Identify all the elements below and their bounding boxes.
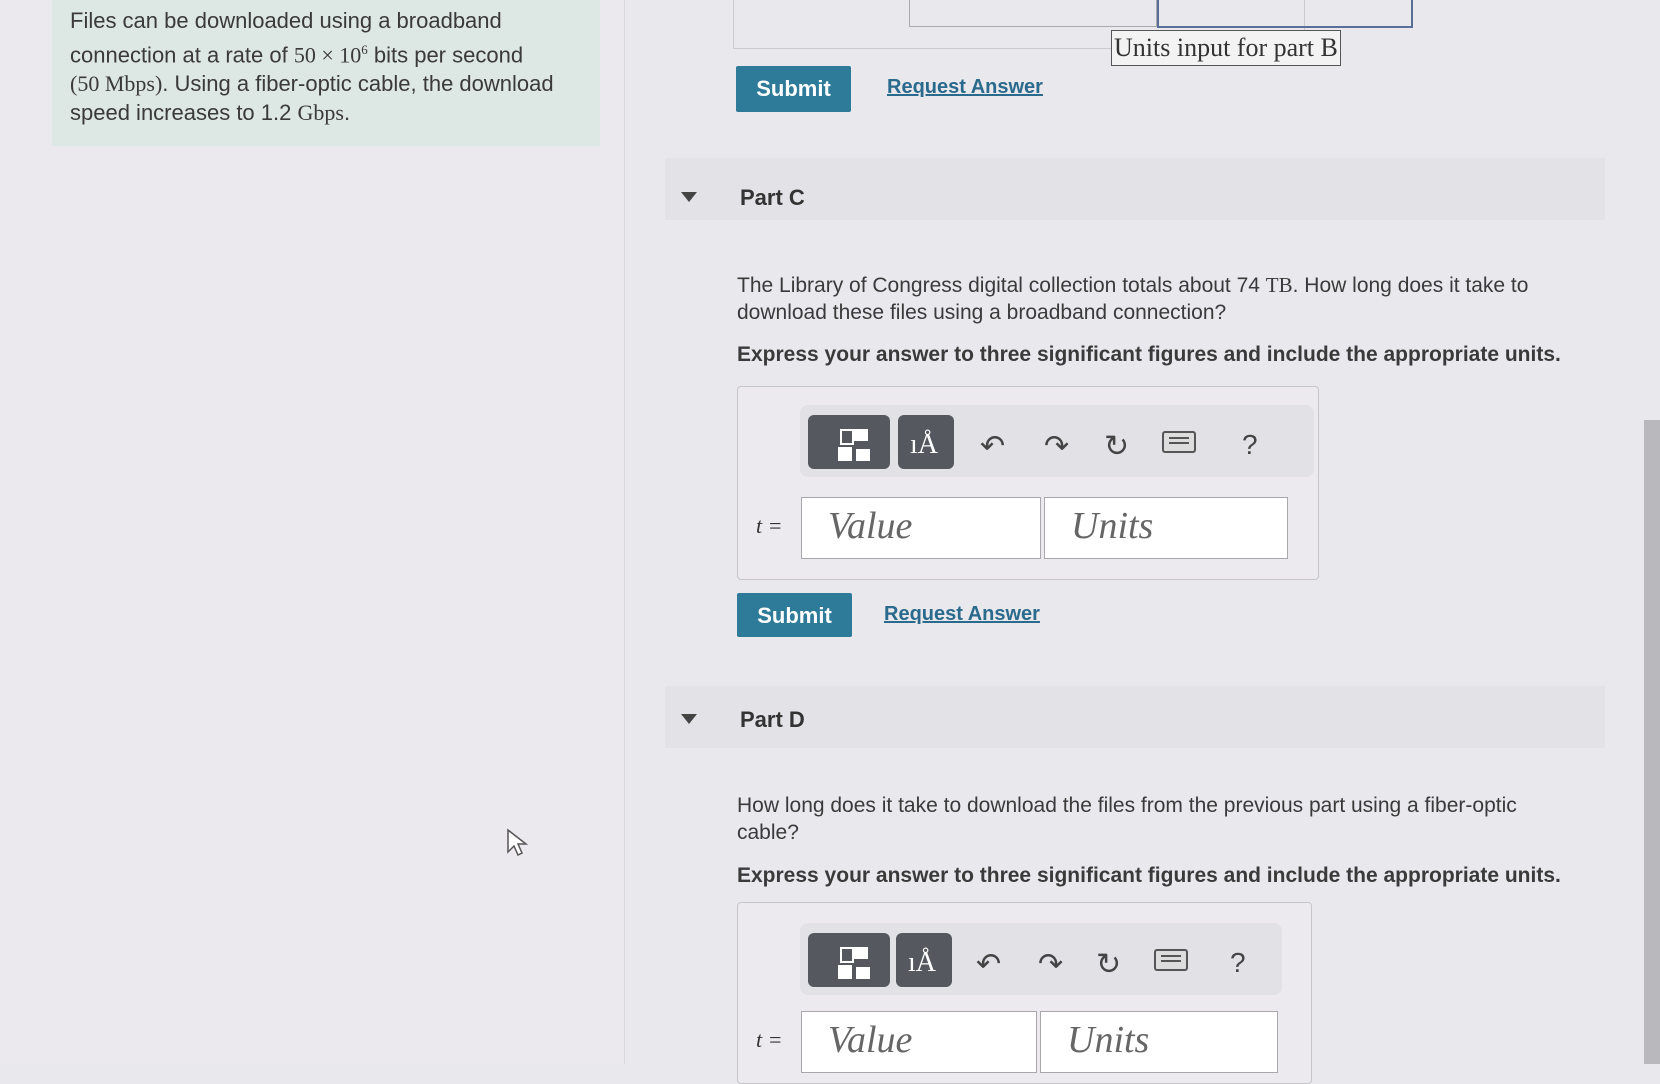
redo-icon[interactable]: ↷ [1044, 429, 1069, 464]
keyboard-icon[interactable] [1154, 949, 1188, 971]
template-icon[interactable] [808, 415, 890, 469]
intro-line-4: speed increases to 1.2 [70, 100, 298, 126]
help-icon[interactable]: ? [1242, 429, 1258, 461]
redo-icon[interactable]: ↷ [1038, 947, 1063, 982]
part-c-units-field[interactable]: Units [1044, 497, 1288, 559]
part-d-header[interactable]: Part D [665, 686, 1605, 748]
problem-intro-box: Files can be downloaded using a broadban… [52, 0, 600, 146]
intro-mbps: (50 Mbps) [70, 71, 163, 97]
units-icon[interactable]: ıÅ [898, 415, 954, 469]
intro-line-4-end: . [343, 100, 351, 126]
part-c-variable-label: t = [756, 513, 783, 538]
intro-line-2-end: bits per second [367, 42, 524, 68]
part-d-instruction: Express your answer to three significant… [737, 864, 1561, 887]
part-d-variable-label: t = [756, 1027, 783, 1052]
part-d-toolbar: ıÅ ↶ ↷ ↻ ? [800, 923, 1282, 995]
undo-icon[interactable]: ↶ [980, 429, 1005, 464]
part-c-value-field[interactable]: Value [801, 497, 1041, 559]
part-b-units-field[interactable] [1157, 0, 1413, 28]
part-c-answer-box: ıÅ ↶ ↷ ↻ ? t = Value Units [737, 386, 1319, 580]
template-icon[interactable] [808, 933, 890, 987]
problem-pane: Files can be downloaded using a broadban… [0, 0, 625, 1064]
parts-pane: Units input for part B Submit Request An… [625, 0, 1645, 1084]
part-c-instruction: Express your answer to three significant… [737, 343, 1561, 366]
intro-line-1: Files can be downloaded using a broadban… [70, 8, 502, 33]
scrollbar-thumb[interactable] [1644, 420, 1660, 1064]
intro-rate: 50 × 10 [293, 42, 362, 68]
part-b-units-tooltip: Units input for part B [1111, 30, 1341, 66]
part-c-title: Part C [740, 185, 805, 210]
part-c-units-placeholder: Units [1071, 505, 1154, 547]
part-b-submit-button[interactable]: Submit [736, 66, 851, 112]
keyboard-icon[interactable] [1162, 431, 1196, 453]
part-d-title: Part D [740, 707, 805, 732]
intro-gbps: Gbps [297, 100, 344, 126]
help-icon[interactable]: ? [1230, 947, 1246, 979]
part-c-question-unit: TB [1265, 273, 1293, 297]
part-b-value-field[interactable] [909, 0, 1157, 27]
part-c-toolbar: ıÅ ↶ ↷ ↻ ? [800, 405, 1314, 477]
part-c-question-text: The Library of Congress digital collecti… [737, 274, 1266, 297]
undo-icon[interactable]: ↶ [976, 947, 1001, 982]
part-d-value-placeholder: Value [828, 1019, 913, 1061]
part-c-collapse-icon[interactable] [681, 192, 697, 202]
intro-line-2: connection at a rate of [70, 42, 294, 68]
part-d-collapse-icon[interactable] [681, 714, 697, 724]
reset-icon[interactable]: ↻ [1096, 947, 1121, 982]
reset-icon[interactable]: ↻ [1104, 429, 1129, 464]
part-c-request-answer-link[interactable]: Request Answer [884, 603, 1040, 626]
part-d-question: How long does it take to download the fi… [737, 794, 1517, 844]
part-d-units-placeholder: Units [1067, 1019, 1150, 1061]
part-d-answer-box: ıÅ ↶ ↷ ↻ ? t = Value Units [737, 902, 1312, 1084]
problem-intro-text: Files can be downloaded using a broadban… [70, 6, 585, 127]
part-c-submit-button[interactable]: Submit [737, 593, 852, 637]
mouse-cursor-icon [507, 828, 528, 857]
intro-line-3: . Using a fiber-optic cable, the downloa… [162, 71, 554, 97]
part-c-question: The Library of Congress digital collecti… [737, 272, 1617, 326]
part-c-value-placeholder: Value [828, 505, 913, 547]
units-icon[interactable]: ıÅ [896, 933, 952, 987]
part-b-request-answer-link[interactable]: Request Answer [887, 76, 1043, 99]
part-c-header[interactable]: Part C [665, 158, 1605, 220]
